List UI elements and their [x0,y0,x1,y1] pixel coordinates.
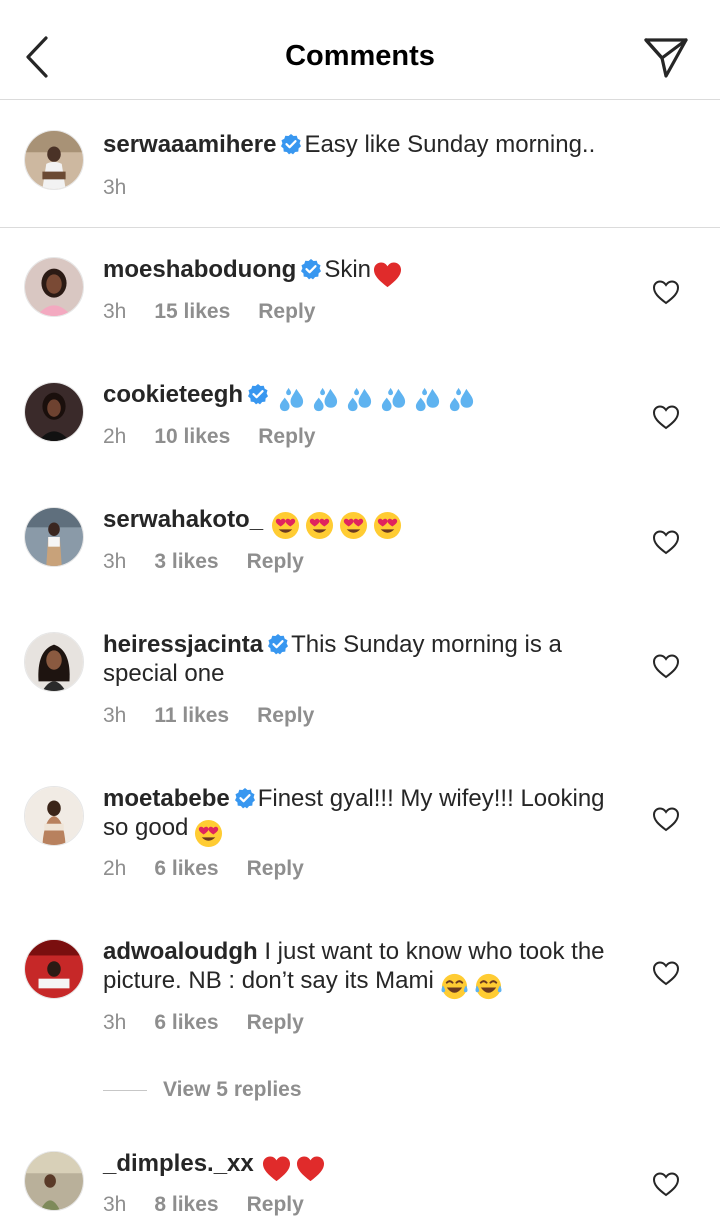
paper-plane-icon [644,38,688,78]
caption-username[interactable]: serwaaamihere [103,131,276,158]
comment-likes[interactable]: 3 likes [154,550,218,573]
view-replies-label: View 5 replies [163,1078,302,1101]
share-button[interactable] [640,34,692,82]
avatar[interactable] [24,1151,84,1211]
reply-button[interactable]: Reply [247,1011,304,1034]
divider-line [103,1089,147,1091]
avatar[interactable] [24,939,84,999]
comment-username[interactable]: _dimples._xx [103,1150,254,1177]
heart-outline-icon [652,280,680,305]
comment-username[interactable]: adwoaloudgh [103,938,258,965]
comment-timestamp: 3h [103,1011,127,1034]
post-caption: serwaaamihere Easy like Sunday morning.. … [0,100,720,228]
avatar[interactable] [24,130,84,190]
tears-of-joy-icon [440,972,469,1001]
sweat-droplets-icon [379,386,408,415]
heart-outline-icon [652,530,680,555]
like-button[interactable] [652,279,680,305]
comment-likes[interactable]: 15 likes [154,300,230,323]
comment-timestamp: 3h [103,300,127,323]
heart-eyes-icon [305,511,334,540]
sweat-droplets-icon [413,386,442,415]
red-heart-icon [296,1155,325,1184]
like-button[interactable] [652,1171,680,1197]
heart-eyes-icon [271,511,300,540]
heart-outline-icon [652,961,680,986]
caption-text: Easy like Sunday morning.. [304,131,596,158]
avatar[interactable] [24,382,84,442]
heart-eyes-icon [194,819,223,848]
comment-username[interactable]: moetabebe [103,785,230,812]
verified-badge-icon [281,134,302,155]
verified-badge-icon [234,788,255,809]
avatar[interactable] [24,786,84,846]
comment-timestamp: 3h [103,550,127,573]
avatar[interactable] [24,632,84,692]
comment-username[interactable]: serwahakoto_ [103,506,263,533]
red-heart-icon [262,1155,291,1184]
verified-badge-icon [301,259,322,280]
like-button[interactable] [652,653,680,679]
sweat-droplets-icon [311,386,340,415]
comment-timestamp: 2h [103,425,127,448]
comment-username[interactable]: cookieteegh [103,381,243,408]
heart-eyes-icon [373,511,402,540]
view-replies-button[interactable]: View 5 replies [103,1078,302,1108]
comment-likes[interactable]: 6 likes [154,1011,218,1034]
reply-button[interactable]: Reply [247,550,304,573]
comment-likes[interactable]: 6 likes [154,857,218,880]
heart-outline-icon [652,1172,680,1197]
avatar[interactable] [24,507,84,567]
heart-outline-icon [652,405,680,430]
reply-button[interactable]: Reply [247,1193,304,1216]
header-bar: Comments [0,0,720,100]
sweat-droplets-icon [277,386,306,415]
caption-timestamp: 3h [103,176,127,199]
reply-button[interactable]: Reply [258,300,315,323]
like-button[interactable] [652,806,680,832]
sweat-droplets-icon [345,386,374,415]
page-title: Comments [285,40,435,72]
heart-outline-icon [652,807,680,832]
comment-text: Skin [324,256,372,283]
like-button[interactable] [652,960,680,986]
like-button[interactable] [652,404,680,430]
avatar[interactable] [24,257,84,317]
heart-eyes-icon [339,511,368,540]
comment-timestamp: 3h [103,1193,127,1216]
red-heart-icon [373,261,402,290]
comment-username[interactable]: moeshaboduong [103,256,296,283]
comment-username[interactable]: heiressjacinta [103,631,263,658]
reply-button[interactable]: Reply [247,857,304,880]
comment-timestamp: 2h [103,857,127,880]
verified-badge-icon [268,634,289,655]
tears-of-joy-icon [474,972,503,1001]
sweat-droplets-icon [447,386,476,415]
reply-button[interactable]: Reply [257,704,314,727]
verified-badge-icon [248,384,269,405]
comment-likes[interactable]: 8 likes [154,1193,218,1216]
comment-timestamp: 3h [103,704,127,727]
like-button[interactable] [652,529,680,555]
comment-likes[interactable]: 10 likes [154,425,230,448]
heart-outline-icon [652,654,680,679]
reply-button[interactable]: Reply [258,425,315,448]
comment-likes[interactable]: 11 likes [154,704,229,727]
